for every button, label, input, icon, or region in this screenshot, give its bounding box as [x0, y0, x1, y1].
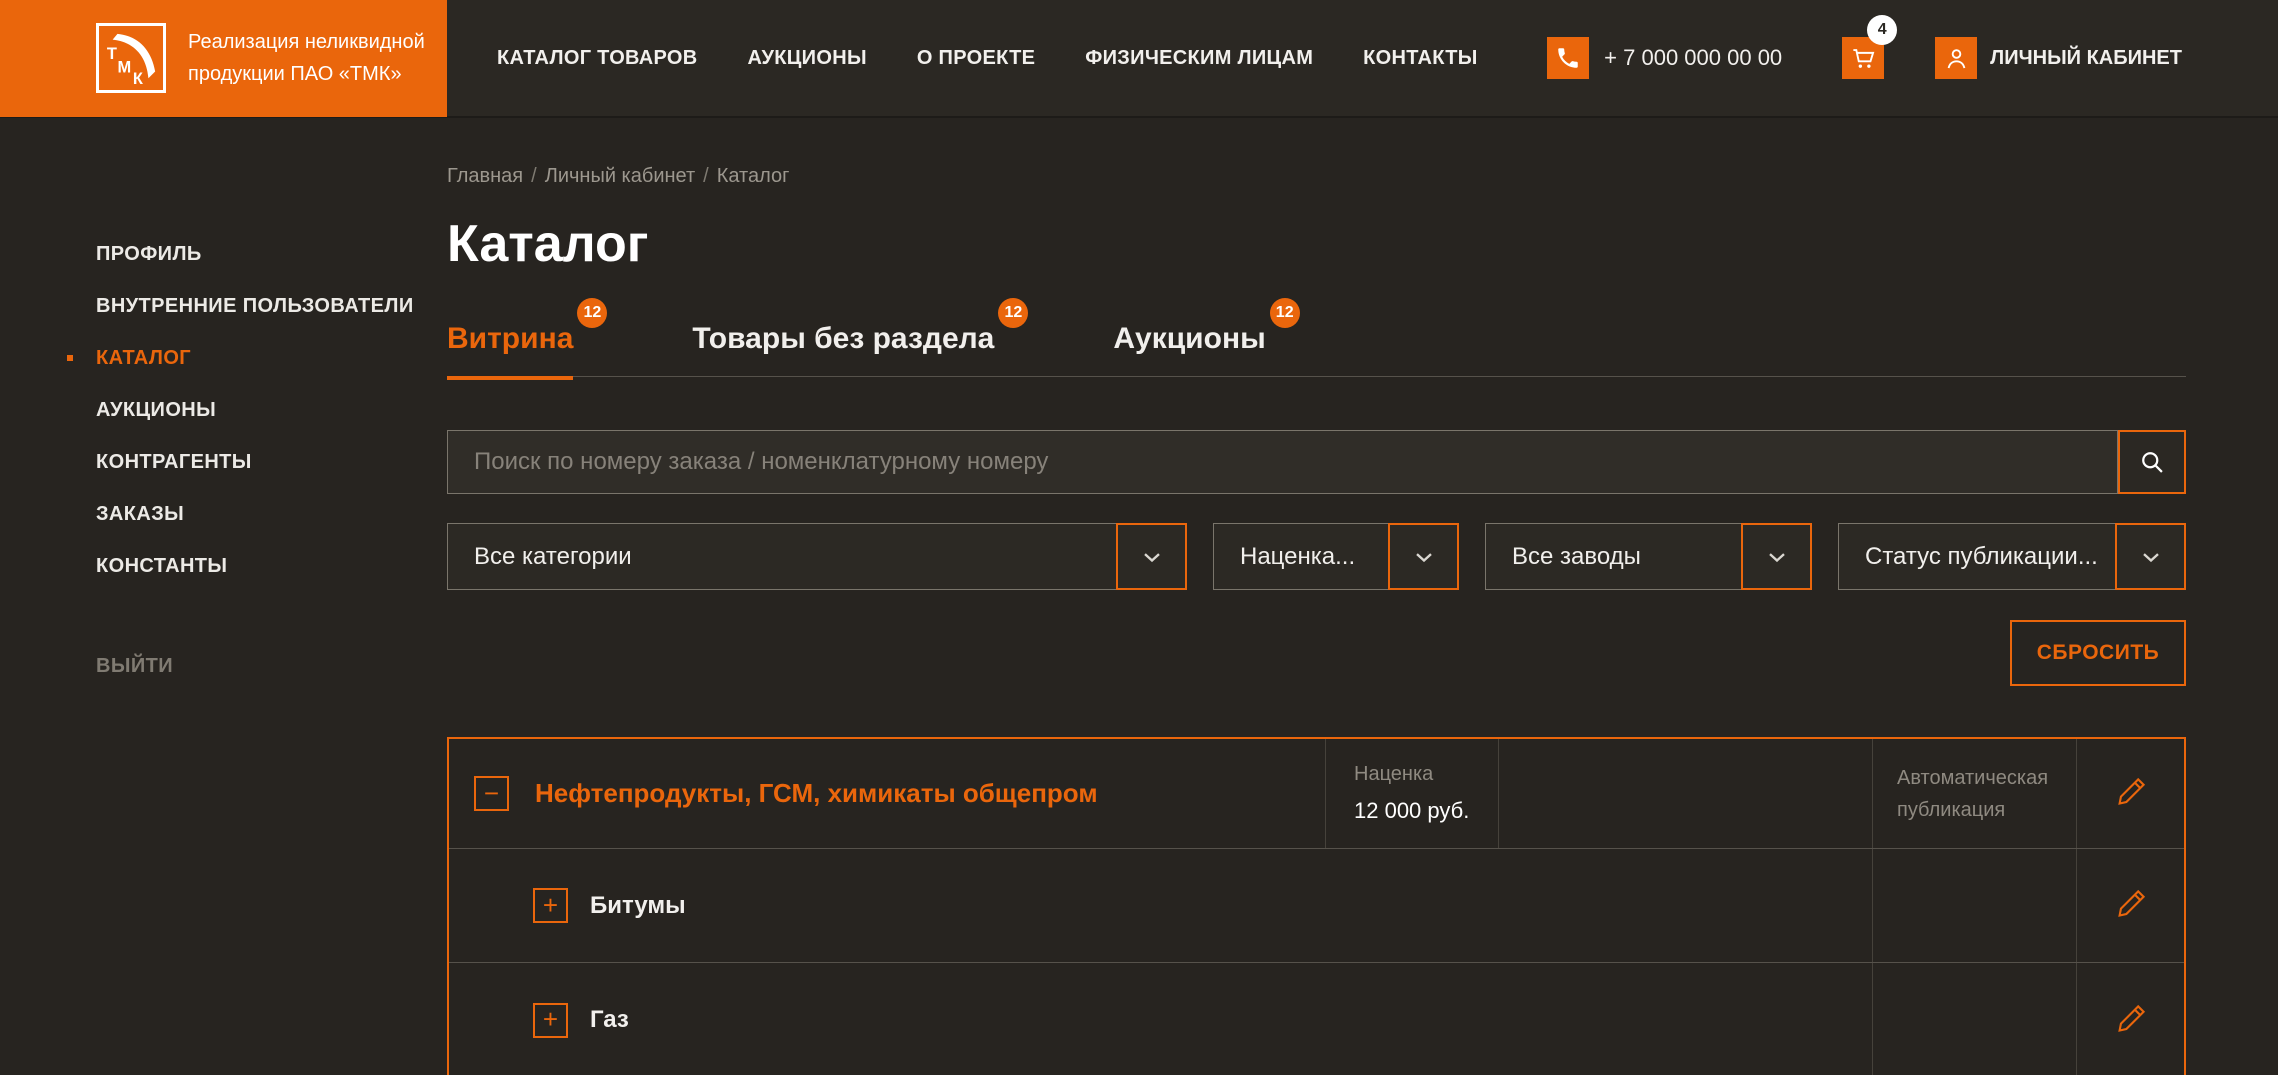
collapse-toggle-button[interactable]: −: [474, 776, 509, 811]
breadcrumb-separator: /: [531, 165, 537, 187]
markup-label: Наценка: [1354, 763, 1434, 785]
nav-item-auctions[interactable]: АУКЦИОНЫ: [748, 47, 867, 70]
publication-cell: [1872, 963, 2076, 1075]
brand-logo[interactable]: Т М К Реализация неликвидной продукции П…: [0, 0, 447, 117]
phone-number: + 7 000 000 00 00: [1604, 45, 1783, 70]
filters-row: Все категории Наценка... Все заводы Стат…: [447, 523, 2186, 590]
sidebar-item-catalog[interactable]: КАТАЛОГ: [0, 346, 447, 370]
filter-categories[interactable]: Все категории: [447, 523, 1187, 590]
table-row-subcategory: + Битумы: [449, 849, 2184, 963]
expand-toggle-button[interactable]: +: [533, 1002, 568, 1038]
nav-item-individuals[interactable]: ФИЗИЧЕСКИМ ЛИЦАМ: [1085, 47, 1313, 70]
publication-cell: [1872, 849, 2076, 962]
nav-item-catalog[interactable]: КАТАЛОГ ТОВАРОВ: [497, 47, 698, 70]
pencil-icon: [2117, 889, 2145, 917]
tab-vitrina-badge: 12: [577, 298, 608, 328]
subcategory-name-cell: + Газ: [449, 963, 1872, 1075]
header-controls: + 7 000 000 00 00 4 ЛИЧНЫЙ КАБИНЕТ: [1547, 15, 2182, 79]
tab-auctions-badge: 12: [1269, 298, 1300, 328]
tab-products-no-section[interactable]: Товары без раздела 12: [692, 298, 1029, 356]
nav-item-about[interactable]: О ПРОЕКТЕ: [917, 47, 1035, 70]
user-icon: [1935, 37, 1978, 79]
filter-plants[interactable]: Все заводы: [1485, 523, 1812, 590]
tab-vitrina[interactable]: Витрина 12: [447, 298, 608, 380]
edit-cell: [2076, 963, 2184, 1075]
tabs-bar: Витрина 12 Товары без раздела 12 Аукцион…: [447, 298, 2186, 380]
cart-count-badge: 4: [1867, 15, 1898, 45]
sidebar-item-internal-users[interactable]: ВНУТРЕННИЕ ПОЛЬЗОВАТЕЛИ: [0, 294, 447, 318]
search-input[interactable]: [448, 448, 2117, 476]
search-box: [447, 430, 2118, 494]
subcategory-name: Газ: [590, 1006, 629, 1033]
chevron-down-icon[interactable]: [2115, 523, 2186, 590]
phone-icon: [1547, 37, 1590, 79]
sidebar-item-auctions[interactable]: АУКЦИОНЫ: [0, 398, 447, 422]
chevron-down-icon[interactable]: [1388, 523, 1459, 590]
subcategory-name-cell: + Битумы: [449, 849, 1872, 962]
breadcrumb-current: Каталог: [716, 165, 790, 187]
search-row: [447, 430, 2186, 494]
category-name-link[interactable]: Нефтепродукты, ГСМ, химикаты общепром: [535, 778, 1098, 809]
catalog-table: − Нефтепродукты, ГСМ, химикаты общепром …: [447, 737, 2186, 1075]
tmk-logo-icon: Т М К: [96, 23, 166, 93]
breadcrumb-home[interactable]: Главная: [447, 165, 523, 187]
sidebar-item-orders[interactable]: ЗАКАЗЫ: [0, 502, 447, 526]
edit-button[interactable]: [2113, 886, 2149, 925]
breadcrumb-separator: /: [703, 165, 709, 187]
svg-text:Т: Т: [107, 45, 117, 63]
cart-button[interactable]: 4: [1842, 15, 1898, 79]
edit-cell: [2076, 849, 2184, 962]
publication-cell: Автоматическая публикация: [1872, 739, 2076, 848]
tab-products-no-section-badge: 12: [998, 298, 1029, 328]
reset-row: СБРОСИТЬ: [447, 620, 2186, 686]
svg-text:М: М: [117, 59, 131, 77]
publication-status: Автоматическая публикация: [1897, 766, 2049, 821]
filter-publication-status[interactable]: Статус публикации...: [1838, 523, 2186, 590]
sidebar-logout[interactable]: ВЫЙТИ: [0, 654, 447, 678]
sidebar: ПРОФИЛЬ ВНУТРЕННИЕ ПОЛЬЗОВАТЕЛИ КАТАЛОГ …: [0, 118, 447, 1075]
subcategory-name: Битумы: [590, 891, 686, 919]
expand-toggle-button[interactable]: +: [533, 888, 568, 923]
account-button[interactable]: ЛИЧНЫЙ КАБИНЕТ: [1935, 37, 2182, 79]
page-title: Каталог: [447, 215, 649, 273]
main-content: Главная / Личный кабинет / Каталог Каталог В…: [447, 118, 2186, 1075]
brand-tagline: Реализация неликвидной продукции ПАО «ТМ…: [188, 31, 425, 85]
main-nav: КАТАЛОГ ТОВАРОВ АУКЦИОНЫ О ПРОЕКТЕ ФИЗИЧ…: [497, 47, 1478, 70]
edit-button[interactable]: [2113, 774, 2149, 813]
pencil-icon: [2117, 1004, 2145, 1032]
sidebar-item-counterparties[interactable]: КОНТРАГЕНТЫ: [0, 450, 447, 474]
tab-auctions[interactable]: Аукционы 12: [1113, 298, 1300, 356]
markup-value: 12 000 руб.: [1354, 798, 1470, 823]
chevron-down-icon[interactable]: [1116, 523, 1187, 590]
edit-cell: [2076, 739, 2184, 848]
reset-filters-button[interactable]: СБРОСИТЬ: [2010, 620, 2186, 686]
sidebar-item-profile[interactable]: ПРОФИЛЬ: [0, 242, 447, 266]
filter-markup[interactable]: Наценка...: [1213, 523, 1459, 590]
table-row-subcategory: + Газ: [449, 963, 2184, 1075]
chevron-down-icon[interactable]: [1741, 523, 1812, 590]
breadcrumb-cabinet[interactable]: Личный кабинет: [545, 165, 695, 187]
markup-cell: Наценка 12 000 руб.: [1325, 739, 1498, 848]
table-row-category: − Нефтепродукты, ГСМ, химикаты общепром …: [449, 739, 2184, 849]
search-icon: [2142, 452, 2163, 473]
top-header: Т М К Реализация неликвидной продукции П…: [0, 0, 2278, 118]
svg-text:К: К: [133, 70, 144, 87]
sidebar-item-constants[interactable]: КОНСТАНТЫ: [0, 554, 447, 578]
breadcrumb: Главная / Личный кабинет / Каталог: [447, 165, 2186, 188]
account-label: ЛИЧНЫЙ КАБИНЕТ: [1990, 46, 2182, 69]
category-name-cell: − Нефтепродукты, ГСМ, химикаты общепром: [449, 739, 1325, 848]
pencil-icon: [2117, 777, 2145, 805]
nav-item-contacts[interactable]: КОНТАКТЫ: [1363, 47, 1478, 70]
edit-button[interactable]: [2113, 1001, 2149, 1040]
empty-cell: [1498, 739, 1872, 848]
search-button[interactable]: [2118, 430, 2186, 494]
